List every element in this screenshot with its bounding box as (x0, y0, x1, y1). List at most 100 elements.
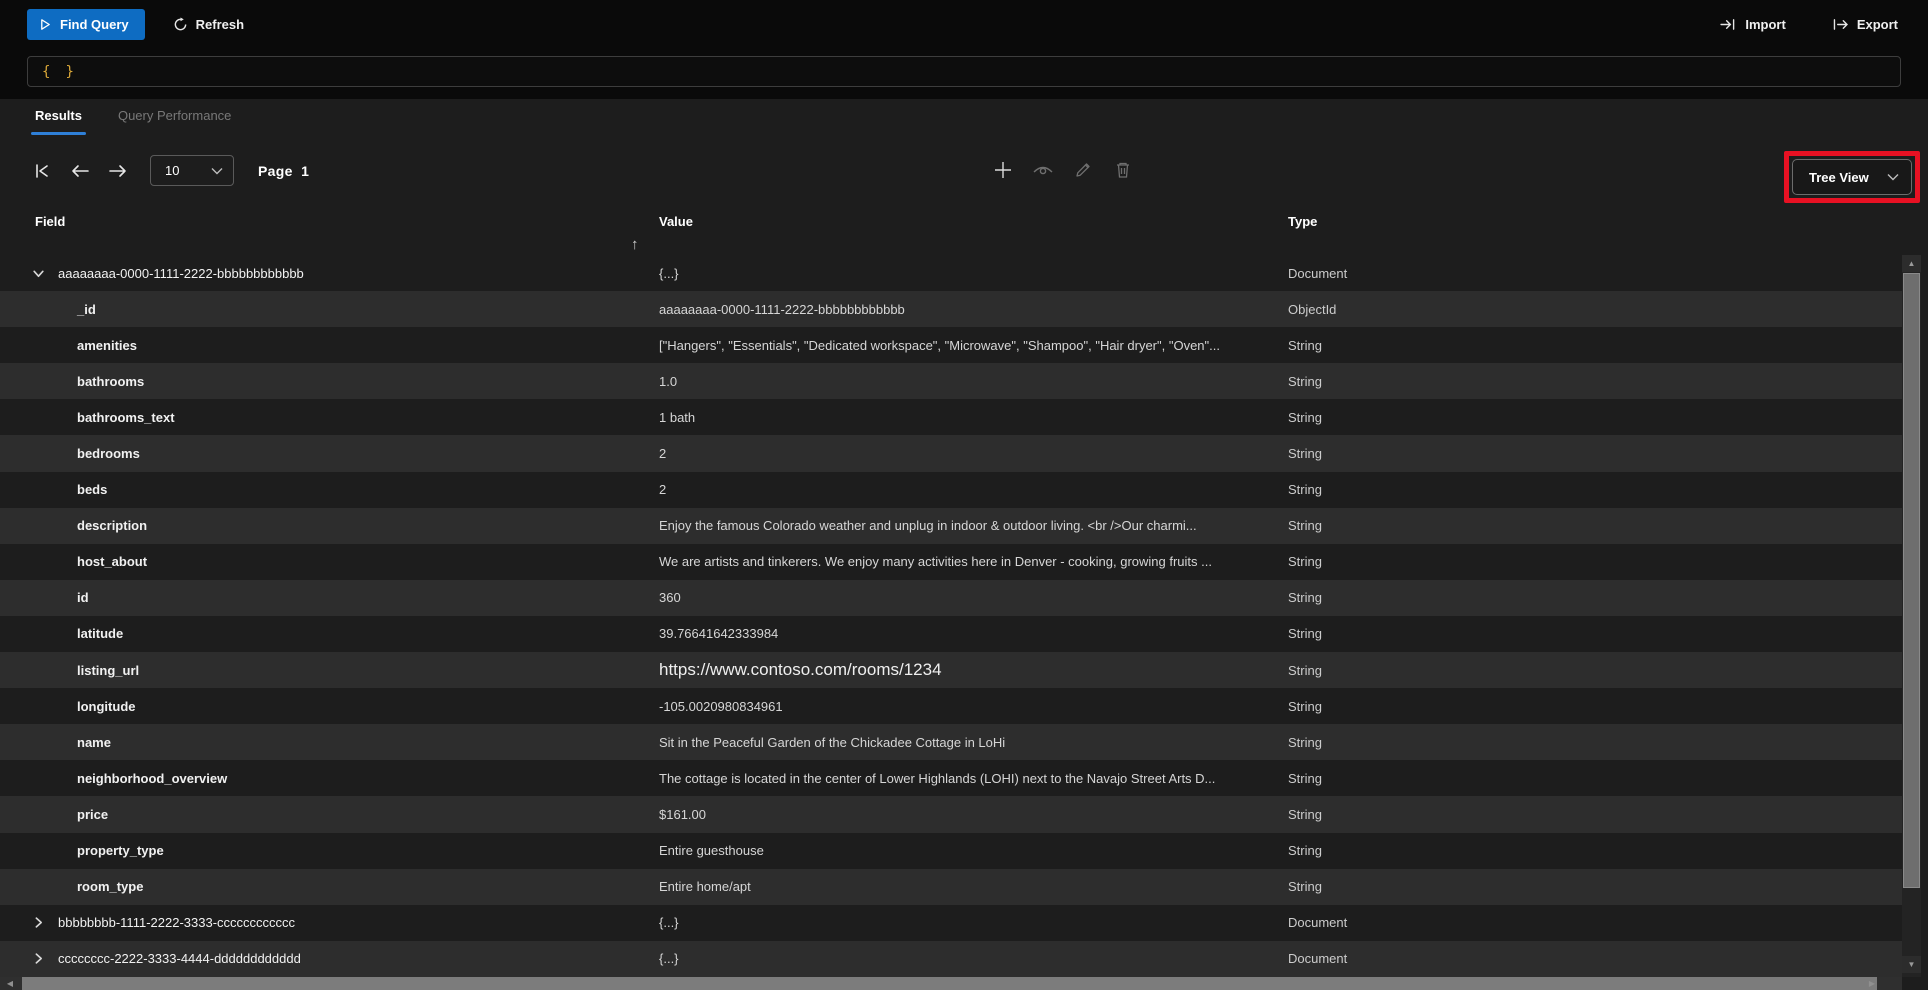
type-cell: String (1288, 806, 1322, 822)
chevron-down-icon[interactable] (30, 265, 46, 281)
view-mode-value: Tree View (1809, 169, 1869, 185)
column-header-field[interactable]: Field (35, 214, 65, 229)
table-row[interactable]: price $161.00 String (0, 796, 1902, 833)
tab-results[interactable]: Results (31, 108, 86, 135)
value-cell: Sit in the Peaceful Garden of the Chicka… (659, 734, 1006, 750)
table-row[interactable]: property_type Entire guesthouse String (0, 833, 1902, 869)
table-row[interactable]: aaaaaaaa-0000-1111-2222-bbbbbbbbbbbb {...… (0, 255, 1902, 291)
next-page-button[interactable] (106, 159, 130, 183)
value-cell: 1 bath (659, 409, 696, 425)
add-document-button[interactable] (990, 157, 1016, 183)
field-name: name (77, 734, 111, 750)
tab-bar: Results Query Performance (31, 108, 231, 135)
header-region: Find Query Refresh Import Export {} (0, 0, 1928, 99)
field-cell: bathrooms (0, 363, 144, 399)
value-cell: -105.0020980834961 (659, 698, 783, 714)
type-cell: String (1288, 734, 1322, 750)
field-name: room_type (77, 879, 144, 895)
field-name: latitude (77, 626, 124, 642)
field-cell: bathrooms_text (0, 399, 175, 435)
edit-document-button[interactable] (1070, 157, 1096, 183)
value-cell: Entire home/apt (659, 879, 751, 895)
page-size-dropdown[interactable]: 10 (150, 155, 234, 186)
import-icon (1720, 18, 1737, 31)
type-cell: ObjectId (1288, 301, 1337, 317)
table-row[interactable]: room_type Entire home/apt String (0, 868, 1902, 905)
field-cell: beds (0, 472, 107, 508)
scroll-left-button[interactable]: ◀ (2, 977, 18, 990)
field-name: cccccccc-2222-3333-4444-dddddddddddd (58, 951, 301, 967)
field-cell: latitude (0, 616, 123, 652)
table-row[interactable]: host_about We are artists and tinkerers. … (0, 544, 1902, 580)
field-cell: amenities (0, 327, 137, 363)
field-name: id (77, 590, 89, 606)
field-name: bathrooms (77, 373, 145, 389)
horizontal-scrollbar-thumb[interactable] (22, 977, 1877, 990)
value-cell: https://www.contoso.com/rooms/1234 (659, 660, 942, 680)
field-cell: host_about (0, 544, 147, 580)
field-name: _id (77, 301, 96, 317)
first-page-button[interactable] (30, 159, 54, 183)
horizontal-scrollbar[interactable]: ◀ ▶ (0, 977, 1902, 990)
delete-document-button[interactable] (1110, 157, 1136, 183)
field-cell: room_type (0, 869, 143, 905)
view-mode-dropdown[interactable]: Tree View (1792, 159, 1912, 195)
value-cell: 360 (659, 590, 681, 606)
table-header: Field Value Type ↑ (0, 210, 1902, 255)
chevron-right-icon[interactable] (30, 915, 46, 931)
vertical-scrollbar-thumb[interactable] (1903, 273, 1920, 888)
table-row[interactable]: _id aaaaaaaa-0000-1111-2222-bbbbbbbbbbbb O… (0, 291, 1902, 328)
field-name: listing_url (77, 662, 140, 678)
type-cell: String (1288, 843, 1322, 859)
tab-query-performance[interactable]: Query Performance (118, 108, 231, 135)
field-name: amenities (77, 337, 137, 353)
value-cell: 1.0 (659, 373, 678, 389)
field-cell: id (0, 580, 89, 616)
export-button[interactable]: Export (1822, 9, 1908, 40)
column-header-value[interactable]: Value (659, 214, 693, 229)
value-cell: Entire guesthouse (659, 843, 764, 859)
table-row[interactable]: bbbbbbbb-1111-2222-3333-cccccccccccc {...… (0, 905, 1902, 941)
table-row[interactable]: amenities ["Hangers", "Essentials", "Dedi… (0, 327, 1902, 363)
table-row[interactable]: bathrooms 1.0 String (0, 363, 1902, 400)
type-cell: String (1288, 482, 1322, 498)
table-row[interactable]: listing_url https://www.contoso.com/rooms… (0, 652, 1902, 689)
query-editor-input[interactable]: { } (27, 56, 1901, 87)
type-cell: String (1288, 879, 1322, 895)
chevron-down-icon (1887, 173, 1899, 181)
find-query-button[interactable]: Find Query (27, 8, 145, 40)
value-cell: 2 (659, 482, 667, 498)
field-cell: bbbbbbbb-1111-2222-3333-cccccccccccc (0, 905, 295, 941)
type-cell: String (1288, 554, 1322, 570)
scroll-up-button[interactable]: ▲ (1902, 255, 1921, 272)
table-row[interactable]: id 360 String (0, 579, 1902, 616)
field-cell: cccccccc-2222-3333-4444-dddddddddddd (0, 941, 301, 977)
chevron-right-icon[interactable] (30, 951, 46, 967)
field-name: aaaaaaaa-0000-1111-2222-bbbbbbbbbbbb (58, 265, 304, 281)
table-row[interactable]: bedrooms 2 String (0, 435, 1902, 472)
refresh-label: Refresh (195, 16, 245, 32)
export-label: Export (1856, 16, 1898, 32)
table-row[interactable]: longitude -105.0020980834961 String (0, 688, 1902, 724)
table-row[interactable]: latitude 39.76641642333984 String (0, 616, 1902, 652)
table-row[interactable]: beds 2 String (0, 472, 1902, 508)
table-row[interactable]: cccccccc-2222-3333-4444-dddddddddddd {...… (0, 940, 1902, 977)
import-button[interactable]: Import (1710, 9, 1795, 40)
table-row[interactable]: neighborhood_overview The cottage is loca… (0, 760, 1902, 796)
vertical-scrollbar[interactable]: ▲ ▼ (1902, 255, 1921, 977)
scroll-right-button[interactable]: ▶ (1864, 977, 1880, 990)
type-cell: Document (1288, 951, 1348, 967)
column-header-type[interactable]: Type (1288, 214, 1317, 229)
prev-page-button[interactable] (68, 159, 92, 183)
table-row[interactable]: name Sit in the Peaceful Garden of the Ch… (0, 724, 1902, 761)
scroll-down-button[interactable]: ▼ (1902, 956, 1921, 973)
field-name: bbbbbbbb-1111-2222-3333-cccccccccccc (58, 915, 296, 931)
value-cell: Enjoy the famous Colorado weather and un… (659, 518, 1197, 534)
table-row[interactable]: description Enjoy the famous Colorado wea… (0, 507, 1902, 544)
field-name: bedrooms (77, 446, 140, 462)
table-row[interactable]: bathrooms_text 1 bath String (0, 399, 1902, 435)
value-cell: {...} (659, 951, 679, 967)
view-document-button[interactable] (1030, 157, 1056, 183)
refresh-button[interactable]: Refresh (163, 9, 254, 40)
type-cell: String (1288, 698, 1322, 714)
